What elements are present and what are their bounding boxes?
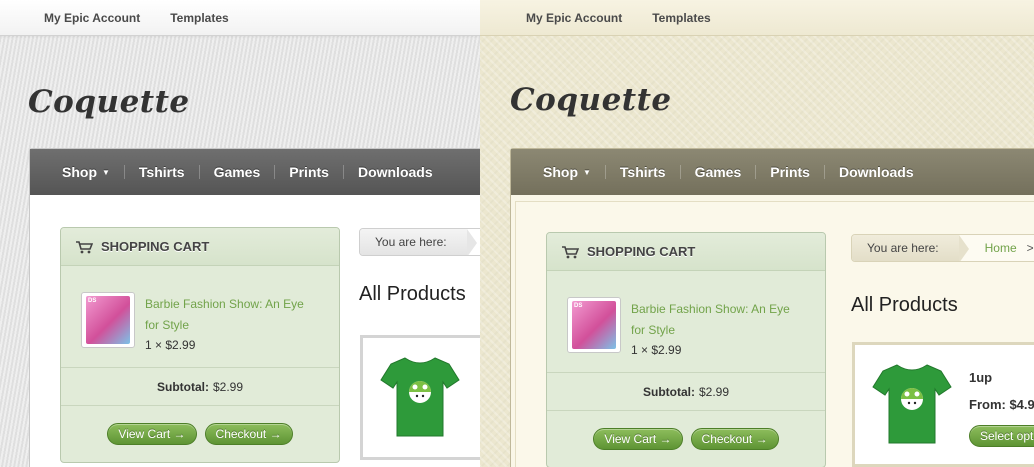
- checkout-button[interactable]: Checkout →: [690, 428, 779, 450]
- select-options-button[interactable]: Select opti: [969, 425, 1034, 447]
- page-title: All Products: [851, 294, 958, 316]
- cart-item: DS Barbie Fashion Show: An Eye for Style…: [61, 266, 339, 368]
- nav-games[interactable]: Games: [214, 164, 261, 180]
- nav-separator: [274, 165, 276, 179]
- subtotal-value: $2.99: [698, 384, 730, 399]
- site-logo[interactable]: Coquette: [510, 82, 672, 118]
- cart-header: SHOPPING CART: [547, 233, 825, 271]
- cart-title: SHOPPING CART: [587, 244, 696, 259]
- main-nav: Shop ▼ Tshirts Games Prints Downloads: [511, 149, 1034, 195]
- breadcrumb-label: You are here:: [360, 229, 477, 255]
- top-bar: My Epic Account Templates: [0, 0, 480, 36]
- cart-item-name[interactable]: Barbie Fashion Show: An Eye for Style: [631, 299, 801, 341]
- nav-separator: [604, 165, 606, 179]
- page-title: All Products: [359, 283, 466, 305]
- nav-shop[interactable]: Shop ▼: [543, 164, 591, 180]
- breadcrumb: You are here: Home >: [851, 234, 1034, 262]
- nav-games[interactable]: Games: [695, 164, 742, 180]
- page-content: SHOPPING CART DS Barbie Fashion Show: An…: [30, 195, 480, 467]
- breadcrumb-separator: >: [1026, 241, 1034, 255]
- cart-icon: [562, 245, 579, 258]
- shopping-cart-widget: SHOPPING CART DS Barbie Fashion Show: An…: [546, 232, 826, 467]
- product-name[interactable]: 1up: [969, 370, 992, 385]
- nav-separator: [123, 165, 125, 179]
- main-nav: Shop ▼ Tshirts Games Prints Downloads: [30, 149, 480, 195]
- nav-tshirts[interactable]: Tshirts: [139, 164, 185, 180]
- content-frame: Shop ▼ Tshirts Games Prints Downloads SHO…: [29, 148, 480, 467]
- cart-title: SHOPPING CART: [101, 239, 210, 254]
- subtotal-label: Subtotal:: [156, 379, 209, 394]
- product-card[interactable]: [360, 335, 480, 460]
- checkout-button[interactable]: Checkout →: [204, 423, 293, 445]
- nav-separator: [755, 165, 757, 179]
- nav-separator: [679, 165, 681, 179]
- subtotal-label: Subtotal:: [642, 384, 695, 399]
- product-price: From: $4.9: [969, 397, 1034, 412]
- content-frame: Shop ▼ Tshirts Games Prints Downloads SHO…: [510, 148, 1034, 467]
- cart-actions: View Cart → Checkout →: [547, 411, 825, 467]
- my-account-link[interactable]: My Epic Account: [526, 11, 622, 25]
- cart-item: DS Barbie Fashion Show: An Eye for Style…: [547, 271, 825, 373]
- top-bar: My Epic Account Templates: [480, 0, 1034, 36]
- templates-link[interactable]: Templates: [170, 11, 228, 25]
- site-logo[interactable]: Coquette: [28, 84, 190, 120]
- caret-down-icon: ▼: [583, 167, 591, 177]
- nav-downloads[interactable]: Downloads: [839, 164, 914, 180]
- cart-item-quantity: 1 × $2.99: [631, 343, 682, 357]
- caret-down-icon: ▼: [102, 167, 110, 177]
- nav-prints[interactable]: Prints: [770, 164, 810, 180]
- product-card[interactable]: 1up From: $4.9 Select opti: [852, 342, 1034, 467]
- nav-separator: [823, 165, 825, 179]
- theme-preview-gray: My Epic Account Templates Coquette Shop ▼…: [0, 0, 480, 467]
- nav-tshirts[interactable]: Tshirts: [620, 164, 666, 180]
- nav-downloads[interactable]: Downloads: [358, 164, 433, 180]
- shopping-cart-widget: SHOPPING CART DS Barbie Fashion Show: An…: [60, 227, 340, 463]
- view-cart-button[interactable]: View Cart →: [107, 423, 197, 445]
- cart-subtotal: Subtotal: $2.99: [61, 368, 339, 406]
- tshirt-image[interactable]: [871, 359, 953, 447]
- cart-item-name[interactable]: Barbie Fashion Show: An Eye for Style: [145, 294, 315, 336]
- product-thumbnail[interactable]: DS: [81, 292, 135, 348]
- cart-actions: View Cart → Checkout →: [61, 406, 339, 462]
- breadcrumb-label: You are here:: [852, 235, 969, 261]
- nav-prints[interactable]: Prints: [289, 164, 329, 180]
- theme-preview-cream: My Epic Account Templates Coquette Shop ▼…: [480, 0, 1034, 467]
- product-thumbnail[interactable]: DS: [567, 297, 621, 353]
- cart-item-quantity: 1 × $2.99: [145, 338, 196, 352]
- breadcrumb-home-link[interactable]: Home: [985, 241, 1017, 255]
- nav-shop[interactable]: Shop ▼: [62, 164, 110, 180]
- templates-link[interactable]: Templates: [652, 11, 710, 25]
- nav-separator: [342, 165, 344, 179]
- breadcrumb: You are here:: [359, 228, 480, 256]
- page-content: SHOPPING CART DS Barbie Fashion Show: An…: [515, 201, 1034, 467]
- tshirt-image[interactable]: [379, 352, 461, 440]
- subtotal-value: $2.99: [212, 379, 244, 394]
- view-cart-button[interactable]: View Cart →: [593, 428, 683, 450]
- cart-subtotal: Subtotal: $2.99: [547, 373, 825, 411]
- nav-separator: [198, 165, 200, 179]
- cart-header: SHOPPING CART: [61, 228, 339, 266]
- cart-icon: [76, 240, 93, 253]
- my-account-link[interactable]: My Epic Account: [44, 11, 140, 25]
